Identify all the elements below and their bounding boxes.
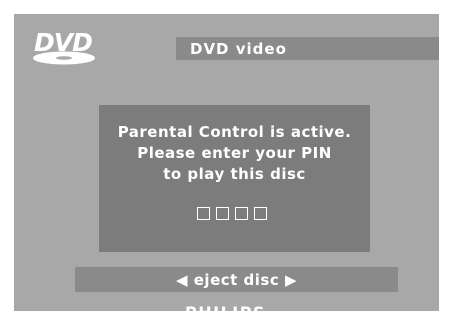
disc-type-title: DVD video [190,40,287,58]
brand-logo: PHILIPS [185,303,266,322]
dialog-line-2: Please enter your PIN [137,144,332,162]
eject-disc-button[interactable]: ◀ eject disc ▶ [75,267,398,292]
pin-digit-box[interactable] [254,207,267,220]
eject-disc-label: ◀ eject disc ▶ [176,271,297,289]
dvd-logo: DVD [33,28,95,65]
dialog-line-1: Parental Control is active. [117,123,352,141]
pin-digit-box[interactable] [235,207,248,220]
dialog-line-3: to play this disc [163,165,306,183]
parental-control-dialog: Parental Control is active. Please enter… [99,105,370,252]
pin-digit-box[interactable] [216,207,229,220]
title-bar: DVD video [176,37,439,60]
pin-digit-box[interactable] [197,207,210,220]
tv-screen: DVD DVD video Parental Control is active… [0,0,451,327]
